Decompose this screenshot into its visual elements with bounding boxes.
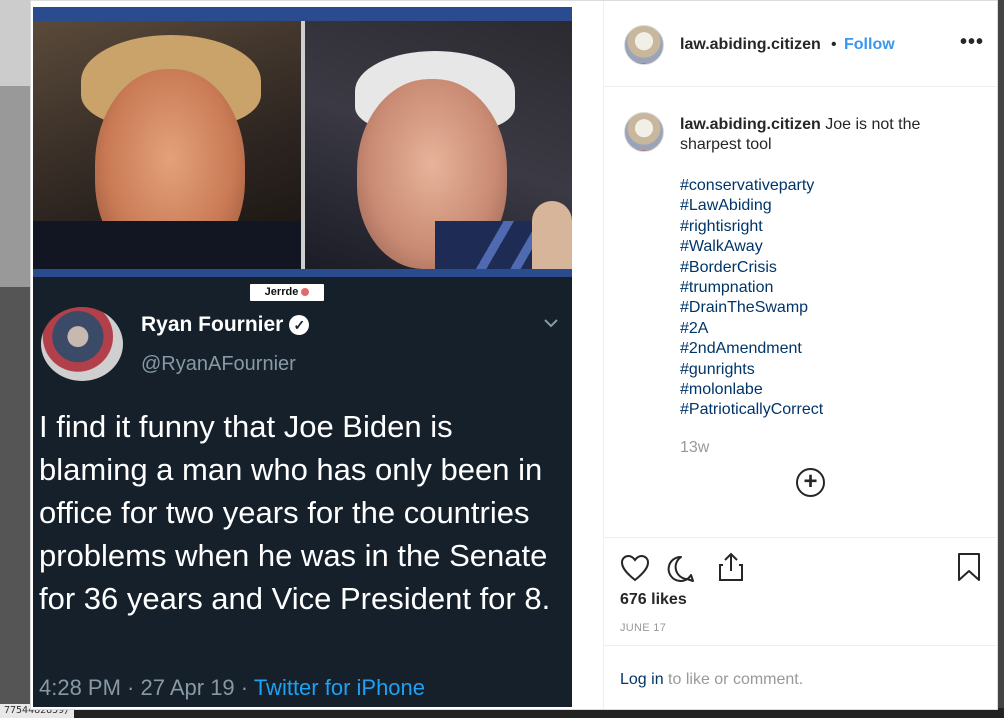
caption-age: 13w (680, 439, 710, 456)
chevron-down-icon (543, 315, 559, 333)
hashtag-link[interactable]: #rightisright (680, 217, 823, 237)
hashtag-link[interactable]: #BorderCrisis (680, 258, 823, 278)
more-options-icon[interactable]: ••• (960, 31, 984, 54)
tweet-author-name: Ryan Fournier ✓ (141, 313, 310, 337)
plus-circle-icon[interactable]: + (796, 468, 825, 497)
photo-left-man (33, 21, 301, 269)
watermark-dot-icon (301, 288, 310, 296)
heart-icon[interactable] (620, 554, 650, 587)
hashtag-link[interactable]: #gunrights (680, 360, 823, 380)
hashtag-link[interactable]: #WalkAway (680, 237, 823, 257)
hashtag-link[interactable]: #PatrioticallyCorrect (680, 400, 823, 420)
hashtag-link[interactable]: #2ndAmendment (680, 339, 823, 359)
share-icon[interactable] (716, 551, 746, 588)
caption-avatar[interactable] (624, 112, 664, 152)
hashtag-link[interactable]: #2A (680, 319, 823, 339)
author-username[interactable]: law.abiding.citizen (680, 36, 821, 54)
tweet-avatar (41, 307, 123, 381)
photo-bottom-bar (33, 269, 572, 277)
hashtag-link[interactable]: #trumpnation (680, 278, 823, 298)
caption: law.abiding.citizen Joe is not the sharp… (680, 115, 980, 156)
tweet-meta: 4:28 PM · 27 Apr 19 · Twitter for iPhone (39, 675, 425, 701)
watermark-badge: Jerrde (250, 284, 324, 301)
tweet-text: I find it funny that Joe Biden is blamin… (39, 409, 551, 616)
bookmark-icon[interactable] (956, 552, 982, 587)
post-header: law.abiding.citizen • Follow ••• (604, 1, 997, 87)
hashtag-link[interactable]: #DrainTheSwamp (680, 298, 823, 318)
tweet-time-date: 4:28 PM · 27 Apr 19 · (39, 675, 254, 700)
login-prompt-text: to like or comment. (663, 671, 804, 688)
hashtag-link[interactable]: #LawAbiding (680, 196, 823, 216)
hashtag-list: #conservativeparty #LawAbiding #rightisr… (680, 176, 823, 421)
header-separator: • (831, 36, 837, 53)
hashtag-link[interactable]: #conservativeparty (680, 176, 823, 196)
post-media[interactable]: Jerrde Ryan Fournier ✓ @RyanAFournier I f… (31, 1, 603, 709)
login-link[interactable]: Log in (620, 671, 664, 688)
post-date: JUNE 17 (620, 622, 667, 634)
login-prompt: Log in to like or comment. (620, 671, 803, 689)
verified-check-icon: ✓ (289, 315, 310, 335)
tweet-source: Twitter for iPhone (253, 675, 426, 700)
background-left (0, 0, 30, 718)
caption-username[interactable]: law.abiding.citizen (680, 116, 821, 133)
instagram-post: Jerrde Ryan Fournier ✓ @RyanAFournier I f… (30, 0, 998, 710)
tweet-author-handle: @RyanAFournier (141, 353, 296, 375)
author-avatar[interactable] (624, 25, 664, 65)
comment-icon[interactable] (666, 554, 696, 589)
photo-top-bar (33, 7, 572, 21)
photo-right-man (305, 21, 572, 269)
follow-button[interactable]: Follow (844, 36, 895, 54)
background-right (998, 0, 1004, 718)
like-count[interactable]: 676 likes (620, 591, 687, 609)
hashtag-link[interactable]: #molonlabe (680, 380, 823, 400)
post-side-panel: law.abiding.citizen • Follow ••• law.abi… (603, 1, 997, 709)
tweet-screenshot-image: Jerrde Ryan Fournier ✓ @RyanAFournier I f… (33, 7, 572, 707)
